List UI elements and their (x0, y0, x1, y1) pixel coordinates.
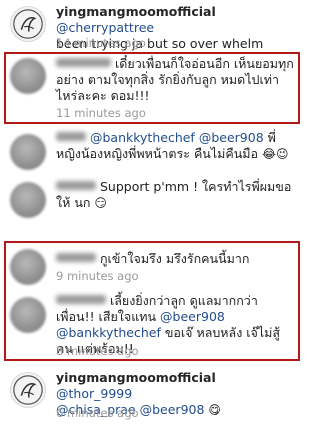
comment-time: 9 minutes ago (56, 269, 139, 283)
avatar-icon[interactable] (10, 297, 46, 333)
comment-username[interactable] (56, 132, 86, 141)
comment-item: กูเข้าใจมรึง มรึงรักคนนี้มาก 9 minutes a… (0, 247, 304, 287)
avatar-icon[interactable] (10, 249, 46, 285)
comment-item: เลี้ยงยิ่งกว่าลูก ดูแลมากกว่าเพื่อน!! เส… (0, 291, 304, 361)
mention-link[interactable]: @beer908 (199, 130, 264, 145)
comment-time: 8 minutes ago (56, 344, 139, 358)
brand-logo-icon[interactable] (10, 6, 46, 42)
comment-text: กูเข้าใจมรึง มรึงรักคนนี้มาก (99, 251, 250, 266)
comment-time: 11 minutes ago (56, 106, 146, 120)
mention-link[interactable]: @bankkythechef (90, 130, 195, 145)
avatar-icon[interactable] (10, 134, 46, 170)
comment-item: @bankkythechef @beer908 พี่หญิงน้องหญิงพ… (0, 130, 304, 178)
comment-username[interactable] (56, 181, 96, 190)
comment-username[interactable] (56, 295, 106, 304)
comment-time: 6 minutes ago (56, 406, 139, 420)
comment-item: yingmangmoomofficial @thor_9999 @chisa_p… (0, 366, 304, 428)
mention-link[interactable]: @beer908 (160, 309, 225, 324)
comment-username[interactable]: yingmangmoomofficial (56, 370, 216, 385)
emoji: 😋 (208, 403, 221, 417)
comment-username[interactable] (56, 253, 96, 262)
comment-item: yingmangmoomofficial @cherrypattree been… (0, 0, 304, 52)
emoji: 😏 (94, 196, 107, 210)
avatar-icon[interactable] (10, 58, 46, 94)
mention-link[interactable]: @beer908 (140, 402, 205, 417)
emoji: 😂😉 (262, 147, 289, 161)
comment-item: Support p'mm ! ใครทำไรพี่ผมขอให้ นก 😏 (0, 178, 304, 228)
mention-link[interactable]: @thor_9999 (56, 386, 132, 401)
comment-username[interactable]: yingmangmoomofficial (56, 4, 216, 19)
mention-link[interactable]: @bankkythechef (56, 325, 161, 340)
comment-item: เดี๋ยวเพื่อนก็ใจอ่อนอีก เห็นยอมทุกอย่าง … (0, 55, 304, 125)
comment-username[interactable] (56, 58, 111, 67)
comment-time: 14 minutes ago (56, 36, 146, 50)
brand-logo-icon[interactable] (10, 372, 46, 408)
mention-link[interactable]: @cherrypattree (56, 20, 154, 35)
avatar-icon[interactable] (10, 182, 46, 218)
